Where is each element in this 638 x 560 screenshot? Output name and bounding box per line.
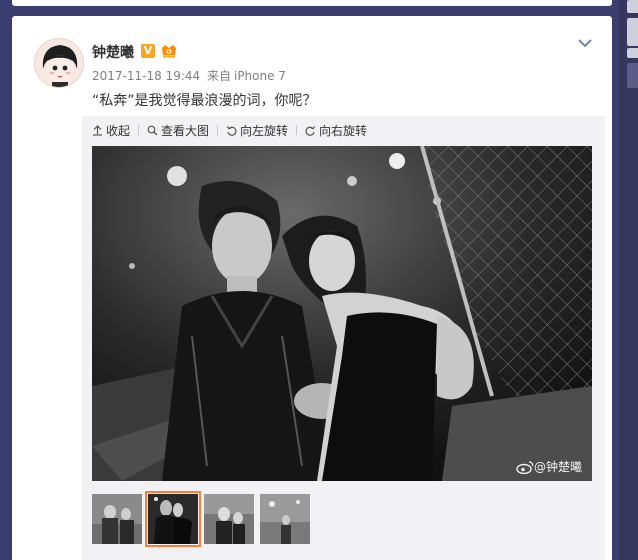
- media-panel: 收起 查看大图 向左旋转 向右旋转 @钟楚曦: [82, 116, 605, 560]
- collapse-button[interactable]: 收起: [92, 122, 130, 139]
- thumbnail-image: [260, 494, 310, 544]
- rotate-right-button[interactable]: 向右旋转: [305, 122, 367, 139]
- edge-tab[interactable]: [627, 0, 638, 13]
- photo-watermark: @钟楚曦: [516, 458, 582, 475]
- toolbar-divider: [296, 125, 298, 135]
- chevron-down-icon[interactable]: [577, 37, 593, 49]
- source-prefix: 来自: [206, 69, 231, 83]
- main-photo[interactable]: @钟楚曦: [92, 146, 592, 481]
- post-source-device[interactable]: iPhone 7: [234, 69, 286, 83]
- thumbnail[interactable]: [260, 494, 310, 544]
- thumbnail-image: [148, 494, 198, 544]
- thumbnail[interactable]: [92, 494, 142, 544]
- right-edge-panel: [619, 0, 638, 560]
- svg-text:6: 6: [167, 49, 171, 55]
- post-timestamp[interactable]: 2017-11-18 19:44: [92, 69, 200, 83]
- thumbnail-active[interactable]: [145, 491, 201, 547]
- rotate-left-icon: [226, 125, 237, 136]
- post-text: “私奔”是我觉得最浪漫的词，你呢？: [92, 93, 317, 109]
- weibo-logo-icon: [516, 460, 534, 474]
- view-large-label: 查看大图: [161, 123, 210, 138]
- rotate-right-icon: [305, 125, 316, 136]
- previous-post-card: [12, 0, 612, 6]
- thumbnail-image: [204, 494, 254, 544]
- watermark-text: @钟楚曦: [533, 460, 582, 474]
- username[interactable]: 钟楚曦: [92, 42, 134, 62]
- edge-tab[interactable]: [627, 63, 638, 88]
- post-meta: 2017-11-18 19:44 来自 iPhone 7: [92, 67, 286, 84]
- photo-illustration: [92, 146, 592, 481]
- toolbar-divider: [138, 125, 140, 135]
- arrow-up-icon: [93, 124, 102, 136]
- view-large-button[interactable]: 查看大图: [147, 122, 209, 139]
- thumbnail-strip: [92, 491, 310, 547]
- edge-tab[interactable]: [627, 18, 638, 46]
- collapse-label: 收起: [106, 123, 131, 138]
- verified-badge-icon[interactable]: V: [141, 44, 155, 58]
- rotate-left-label: 向左旋转: [240, 123, 289, 138]
- rotate-left-button[interactable]: 向左旋转: [226, 122, 288, 139]
- media-toolbar: 收起 查看大图 向左旋转 向右旋转: [82, 116, 605, 144]
- avatar[interactable]: [34, 38, 84, 88]
- edge-tab[interactable]: [627, 48, 638, 58]
- weibo-post-card: 钟楚曦 V 6 2017-11-18 19:44 来自 iPhone 7 “私奔”…: [12, 16, 612, 560]
- rotate-right-label: 向右旋转: [319, 123, 368, 138]
- thumbnail-image: [92, 494, 142, 544]
- avatar-illustration: [35, 39, 83, 87]
- magnifier-icon: [147, 125, 158, 135]
- toolbar-divider: [217, 125, 219, 135]
- thumbnail[interactable]: [204, 494, 254, 544]
- member-crown-icon[interactable]: 6: [160, 42, 178, 59]
